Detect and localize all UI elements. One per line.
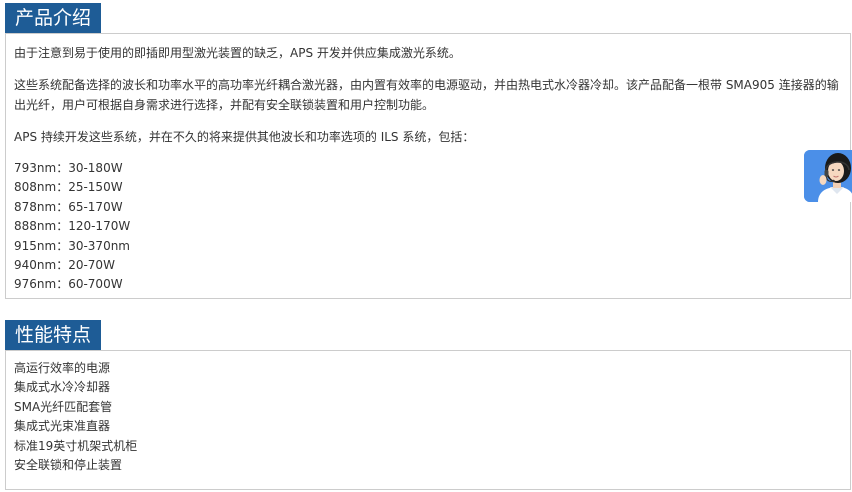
product-intro-section: 产品介绍 由于注意到易于使用的即插即用型激光装置的缺乏，APS 开发并供应集成激… [5,3,851,299]
wavelength-power-item: 940nm：20-70W [14,258,115,273]
features-list: 高运行效率的电源 集成式水冷冷却器 SMA光纤匹配套管 集成式光束准直器 标准1… [14,359,842,475]
wavelength-power-item: 793nm：30-180W [14,161,123,175]
intro-paragraph: APS 持续开发这些系统，并在不久的将来提供其他波长和功率选项的 ILS 系统，… [14,130,475,144]
feature-item: 标准19英寸机架式机柜 [14,438,138,453]
feature-item: 集成式水冷冷却器 [14,380,111,395]
feature-item: SMA光纤匹配套管 [14,399,113,414]
feature-item: 高运行效率的电源 [14,361,111,375]
customer-service-agent-icon [804,150,852,202]
wavelength-power-list: 793nm：30-180W 808nm：25-150W 878nm：65-170… [14,159,842,295]
wavelength-power-item: 915nm：30-370nm [14,238,130,253]
feature-item: 安全联锁和停止装置 [14,458,123,473]
features-section: 性能特点 高运行效率的电源 集成式水冷冷却器 SMA光纤匹配套管 集成式光束准直… [5,320,851,490]
features-header: 性能特点 [5,320,851,350]
wavelength-power-item: 808nm：25-150W [14,180,123,195]
product-intro-title: 产品介绍 [5,3,102,33]
intro-paragraph: 由于注意到易于使用的即插即用型激光装置的缺乏，APS 开发并供应集成激光系统。 [14,46,461,60]
intro-paragraph: 这些系统配备选择的波长和功率水平的高功率光纤耦合激光器，由内置有效率的电源驱动，… [14,78,839,112]
wavelength-power-item: 976nm：60-700W [14,277,123,292]
wavelength-power-item: 888nm：120-170W [14,219,131,234]
feature-item: 集成式光束准直器 [14,419,111,434]
product-intro-header: 产品介绍 [5,3,851,33]
customer-service-widget[interactable] [804,150,852,202]
features-content: 高运行效率的电源 集成式水冷冷却器 SMA光纤匹配套管 集成式光束准直器 标准1… [5,350,851,490]
product-intro-content: 由于注意到易于使用的即插即用型激光装置的缺乏，APS 开发并供应集成激光系统。 … [5,33,851,299]
wavelength-power-item: 878nm：65-170W [14,199,123,214]
features-title: 性能特点 [5,320,102,350]
